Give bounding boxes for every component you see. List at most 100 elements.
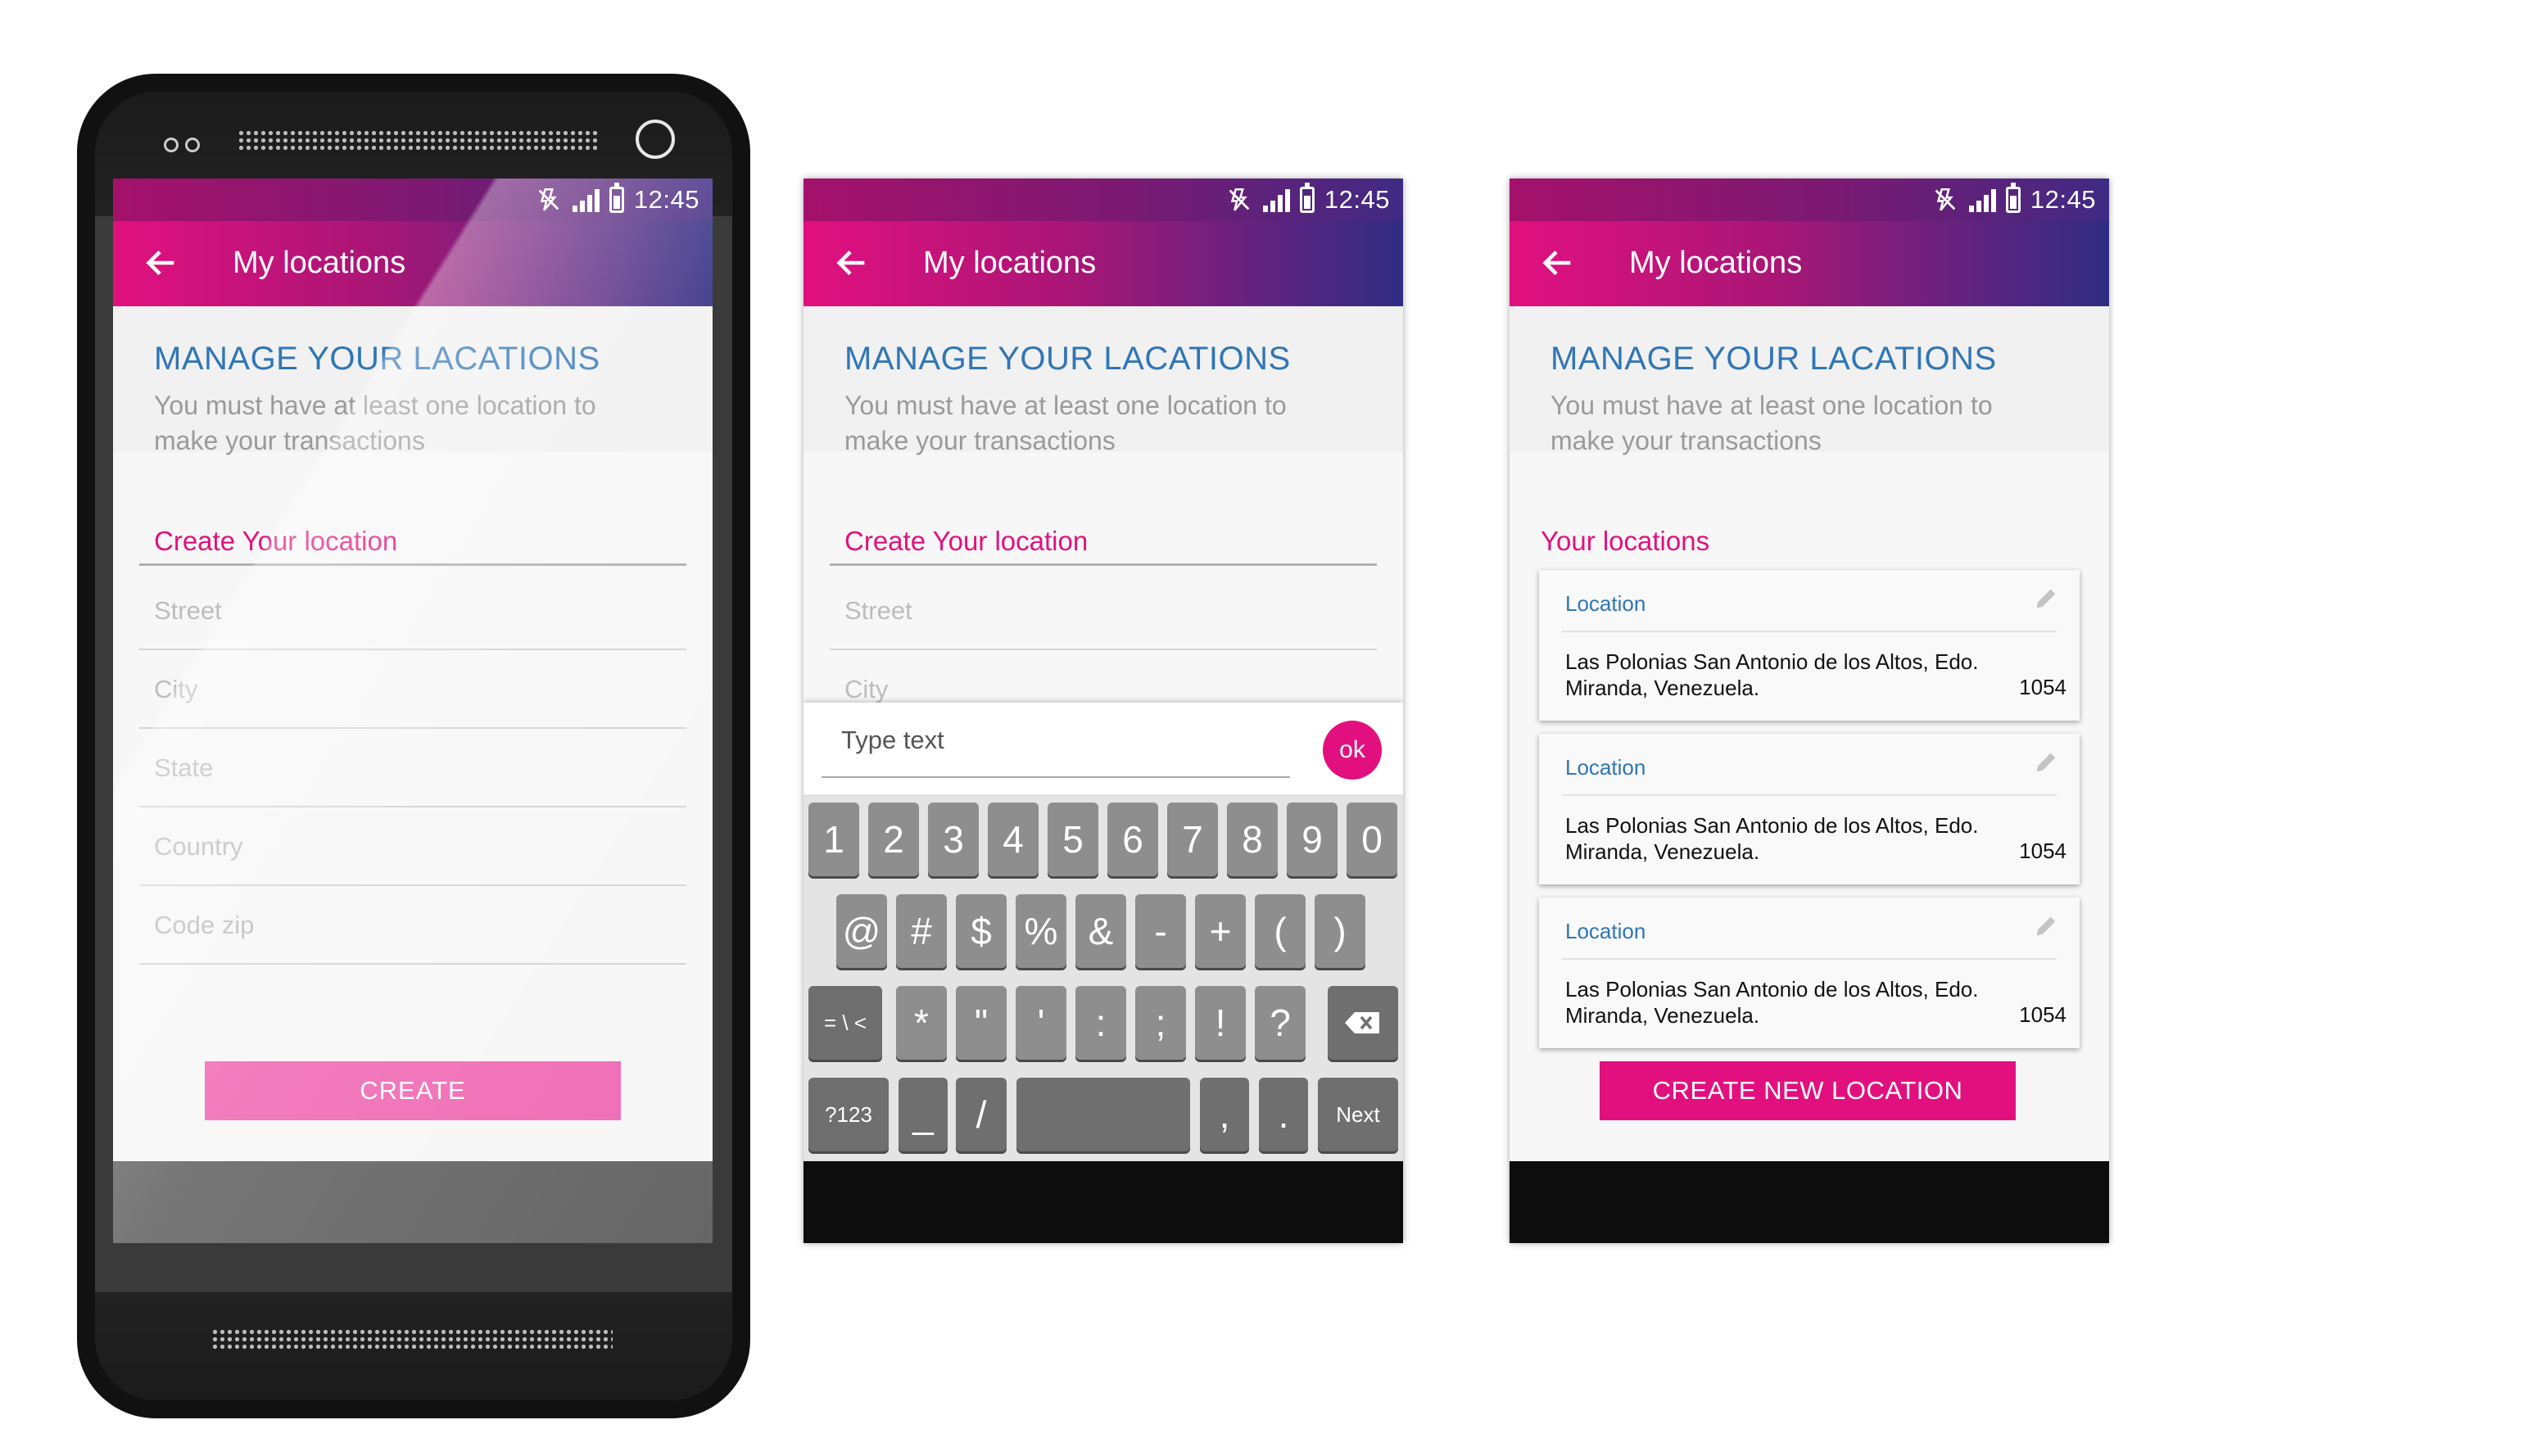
key-5[interactable]: 5 (1048, 803, 1098, 876)
card-address: Las Polonias San Antonio de los Altos, E… (1565, 649, 1979, 700)
key-comma[interactable]: , (1200, 1078, 1249, 1151)
key-2[interactable]: 2 (868, 803, 919, 876)
key-space[interactable] (1016, 1078, 1190, 1151)
key-single-quote[interactable]: ' (1016, 986, 1066, 1060)
edit-pencil-icon[interactable] (2032, 912, 2060, 940)
section-subtitle: You must have at least one location to m… (1550, 391, 1993, 455)
country-field[interactable]: Country (139, 807, 686, 886)
section-subtitle: You must have at least one location to m… (154, 391, 596, 455)
location-card[interactable]: Location Las Polonias San Antonio de los… (1539, 734, 2080, 884)
card-zip: 1054 (2019, 839, 2066, 863)
screen-keyboard-entry: 12:45 My locations MANAGE YOUR LACATIONS… (804, 179, 1403, 1243)
key-backspace[interactable] (1328, 986, 1398, 1060)
header-block: MANAGE YOUR LACATIONS You must have at l… (804, 306, 1403, 455)
field-placeholder: Code zip (154, 911, 255, 939)
status-bar: 12:45 (804, 179, 1403, 221)
key-7[interactable]: 7 (1167, 803, 1218, 876)
backspace-icon (1345, 1012, 1379, 1033)
key-exclamation[interactable]: ! (1195, 986, 1246, 1060)
card-zip: 1054 (2019, 1002, 2066, 1027)
card-divider (1562, 958, 2057, 960)
back-arrow-icon[interactable] (833, 244, 871, 282)
key-123[interactable]: ?123 (808, 1078, 889, 1151)
key-question[interactable]: ? (1255, 986, 1306, 1060)
create-button[interactable]: CREATE (205, 1061, 621, 1120)
key-4[interactable]: 4 (988, 803, 1039, 876)
bottom-speaker (211, 1328, 613, 1350)
key-1[interactable]: 1 (808, 803, 859, 876)
key-at[interactable]: @ (836, 894, 887, 968)
field-placeholder: Street (844, 596, 912, 625)
battery-icon (1299, 183, 1315, 213)
signal-icon (572, 188, 600, 212)
key-asterisk[interactable]: * (896, 986, 947, 1060)
edit-pencil-icon[interactable] (2032, 585, 2060, 613)
sensor-dot-icon (185, 138, 200, 152)
key-symbols-more[interactable]: = \ < (808, 986, 882, 1060)
signal-icon (1968, 188, 1996, 212)
input-underline (822, 776, 1290, 778)
card-divider (1562, 631, 2057, 632)
clock: 12:45 (2030, 185, 2096, 214)
key-hash[interactable]: # (896, 894, 947, 968)
key-close-paren[interactable]: ) (1315, 894, 1365, 968)
key-open-paren[interactable]: ( (1255, 894, 1306, 968)
key-slash[interactable]: / (956, 1078, 1007, 1151)
key-next[interactable]: Next (1318, 1078, 1398, 1151)
city-field[interactable]: City (139, 650, 686, 729)
status-bar: 12:45 (1510, 179, 2109, 221)
divider (830, 563, 1377, 566)
key-9[interactable]: 9 (1287, 803, 1338, 876)
create-new-location-button[interactable]: CREATE NEW LOCATION (1600, 1061, 2016, 1120)
signal-icon (1262, 188, 1290, 212)
edit-pencil-icon[interactable] (2032, 748, 2060, 776)
divider (139, 563, 686, 566)
field-placeholder: City (154, 675, 198, 703)
section-title: MANAGE YOUR LACATIONS (844, 341, 1291, 377)
key-plus[interactable]: + (1195, 894, 1246, 968)
app-bar: My locations (804, 221, 1403, 306)
text-input[interactable]: Type text (841, 726, 944, 755)
key-period[interactable]: . (1259, 1078, 1308, 1151)
section-title: MANAGE YOUR LACATIONS (1550, 341, 1997, 377)
key-double-quote[interactable]: " (956, 986, 1007, 1060)
field-placeholder: Country (154, 832, 243, 861)
location-card[interactable]: Location Las Polonias San Antonio de los… (1539, 898, 2080, 1048)
sensor-dot-icon (164, 138, 179, 152)
text-input-bar: Type text ok (804, 703, 1403, 794)
mute-icon (538, 188, 559, 211)
state-field[interactable]: State (139, 729, 686, 807)
key-minus[interactable]: - (1135, 894, 1186, 968)
key-semicolon[interactable]: ; (1135, 986, 1186, 1060)
key-colon[interactable]: : (1075, 986, 1126, 1060)
front-camera-icon (636, 120, 675, 159)
page-title: My locations (233, 246, 406, 280)
key-0[interactable]: 0 (1347, 803, 1397, 876)
back-arrow-icon[interactable] (143, 244, 180, 282)
zip-code-field[interactable]: Code zip (139, 886, 686, 965)
key-percent[interactable]: % (1016, 894, 1066, 968)
mute-icon (1935, 188, 1956, 211)
back-arrow-icon[interactable] (1539, 244, 1577, 282)
mute-icon (1229, 188, 1250, 211)
section-title: MANAGE YOUR LACATIONS (154, 341, 600, 377)
app-bar: My locations (113, 221, 713, 306)
card-divider (1562, 794, 2057, 796)
key-3[interactable]: 3 (928, 803, 979, 876)
header-block: MANAGE YOUR LACATIONS You must have at l… (1510, 306, 2109, 455)
navigation-bar (804, 1161, 1403, 1243)
key-dollar[interactable]: $ (956, 894, 1007, 968)
page-title: My locations (923, 246, 1097, 280)
clock: 12:45 (633, 185, 699, 214)
key-6[interactable]: 6 (1107, 803, 1158, 876)
clock: 12:45 (1324, 185, 1390, 214)
location-card[interactable]: Location Las Polonias San Antonio de los… (1539, 570, 2080, 721)
form-heading: Create Your location (154, 526, 398, 556)
ok-button[interactable]: ok (1323, 721, 1382, 780)
key-underscore[interactable]: _ (899, 1078, 948, 1151)
header-block: MANAGE YOUR LACATIONS You must have at l… (113, 306, 713, 455)
street-field[interactable]: Street (830, 572, 1377, 650)
street-field[interactable]: Street (139, 572, 686, 650)
key-8[interactable]: 8 (1227, 803, 1278, 876)
key-ampersand[interactable]: & (1075, 894, 1126, 968)
